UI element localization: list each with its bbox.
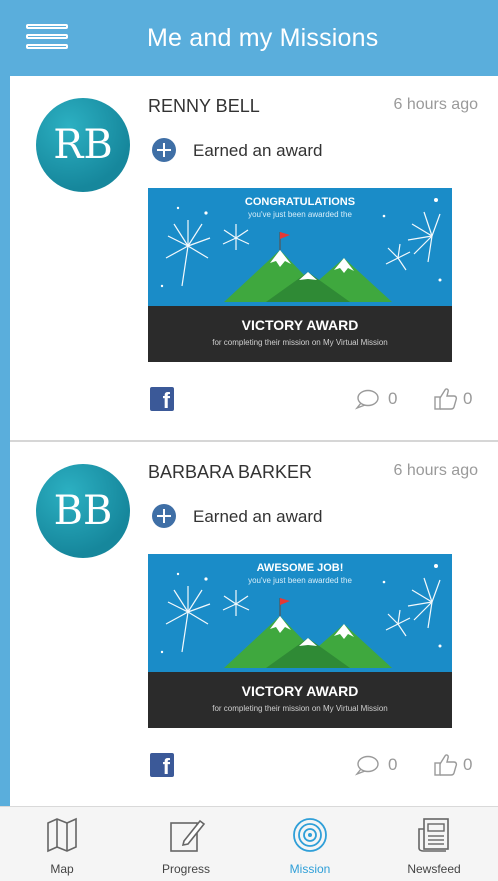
award-footer: VICTORY AWARD for completing their missi… (148, 672, 452, 728)
award-description: for completing their mission on My Virtu… (212, 338, 388, 347)
tab-label: Newsfeed (407, 862, 461, 876)
bottom-tab-bar: Map Progress Mission Newsfeed (0, 806, 498, 881)
hamburger-menu-icon[interactable] (26, 22, 72, 56)
tab-label: Map (50, 862, 74, 876)
like-count: 0 (463, 755, 473, 774)
avatar[interactable]: BB (36, 464, 130, 558)
thumbs-up-icon[interactable] (433, 387, 459, 411)
tab-label: Mission (289, 862, 331, 876)
tab-label: Progress (161, 862, 211, 876)
award-name: VICTORY AWARD (241, 317, 359, 333)
menu-line (26, 44, 68, 49)
pencil-edit-icon (170, 819, 206, 852)
facebook-share-icon[interactable]: f (150, 753, 174, 777)
post-timestamp: 6 hours ago (393, 96, 478, 113)
award-description: for completing their mission on My Virtu… (212, 704, 388, 713)
award-subheading: you've just been awarded the (248, 210, 352, 219)
user-name[interactable]: RENNY BELL (148, 96, 260, 117)
feed-card: RB RENNY BELL 6 hours ago Earned an awar… (10, 76, 498, 440)
user-name[interactable]: BARBARA BARKER (148, 462, 312, 483)
award-subheading: you've just been awarded the (248, 576, 352, 585)
activity-label: Earned an award (193, 507, 323, 526)
app-header: Me and my Missions (0, 0, 498, 76)
left-accent-bar (0, 76, 10, 806)
comment-icon[interactable] (355, 389, 379, 411)
menu-line (26, 34, 68, 39)
tab-map[interactable]: Map (0, 807, 124, 881)
award-banner[interactable]: CONGRATULATIONS you've just been awarded… (148, 188, 452, 362)
award-name: VICTORY AWARD (241, 683, 359, 699)
award-banner[interactable]: AWESOME JOB! you've just been awarded th… (148, 554, 452, 728)
tab-mission[interactable]: Mission (248, 807, 372, 881)
post-timestamp: 6 hours ago (393, 462, 478, 479)
tab-newsfeed[interactable]: Newsfeed (372, 807, 496, 881)
thumbs-up-icon[interactable] (433, 753, 459, 777)
feed-card: BB BARBARA BARKER 6 hours ago Earned an … (10, 440, 498, 804)
target-icon (293, 818, 327, 852)
plus-circle-icon (152, 504, 176, 528)
avatar[interactable]: RB (36, 98, 130, 192)
facebook-logo-letter: f (162, 754, 170, 777)
award-heading: AWESOME JOB! (256, 562, 344, 574)
comment-count: 0 (388, 389, 398, 408)
map-icon (47, 817, 77, 853)
plus-circle-icon (152, 138, 176, 162)
newspaper-icon (418, 818, 449, 852)
activity-label: Earned an award (193, 141, 323, 160)
page-title: Me and my Missions (147, 24, 379, 52)
comment-icon[interactable] (355, 755, 379, 777)
tab-progress[interactable]: Progress (124, 807, 248, 881)
award-heading: CONGRATULATIONS (244, 196, 356, 208)
comment-count: 0 (388, 755, 398, 774)
news-feed[interactable]: RB RENNY BELL 6 hours ago Earned an awar… (10, 76, 498, 806)
like-count: 0 (463, 389, 473, 408)
award-footer: VICTORY AWARD for completing their missi… (148, 306, 452, 362)
facebook-logo-letter: f (162, 388, 170, 411)
facebook-share-icon[interactable]: f (150, 387, 174, 411)
menu-line (26, 24, 68, 29)
